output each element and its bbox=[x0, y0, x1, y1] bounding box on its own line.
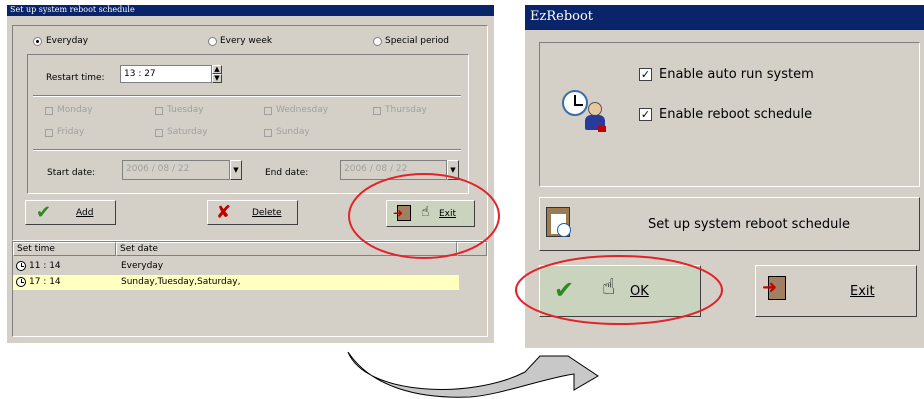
divider bbox=[33, 149, 461, 151]
restart-time-label: Restart time: bbox=[46, 73, 105, 83]
radio-special-period-label: Special period bbox=[385, 36, 449, 46]
radio-everyday[interactable] bbox=[33, 37, 42, 46]
start-date-dropdown[interactable]: ▼ bbox=[230, 160, 242, 180]
time-spin-down[interactable]: ▼ bbox=[212, 74, 222, 83]
column-header-set-time[interactable]: Set time bbox=[13, 242, 116, 256]
enable-reboot-schedule-label: Enable reboot schedule bbox=[659, 107, 813, 122]
add-button-label: Add bbox=[76, 208, 94, 218]
table-row[interactable]: 17 : 14 Sunday,Tuesday,Saturday, bbox=[13, 275, 459, 290]
ok-button-label: OK bbox=[630, 284, 649, 299]
divider bbox=[33, 95, 461, 97]
exit-button-label: Exit bbox=[439, 209, 457, 219]
checkbox-thursday[interactable] bbox=[373, 107, 381, 115]
schedule-window-title: Set up system reboot schedule bbox=[7, 5, 494, 16]
end-date-label: End date: bbox=[265, 168, 309, 178]
main-exit-button-label: Exit bbox=[850, 284, 875, 299]
wednesday-label: Wednesday bbox=[276, 105, 329, 115]
cross-icon: ✘ bbox=[216, 202, 232, 223]
radio-every-week-label: Every week bbox=[220, 36, 273, 46]
clipboard-clock-icon bbox=[546, 207, 571, 237]
clock-icon bbox=[16, 261, 26, 271]
radio-special-period[interactable] bbox=[373, 37, 382, 46]
saturday-label: Saturday bbox=[167, 127, 208, 137]
exit-arrow-icon: ➜ bbox=[762, 277, 778, 298]
radio-everyday-label: Everyday bbox=[46, 36, 89, 46]
start-date-label: Start date: bbox=[47, 168, 96, 178]
checkbox-enable-auto-run[interactable]: ✓ bbox=[639, 68, 652, 81]
checkbox-monday[interactable] bbox=[45, 107, 53, 115]
main-exit-button[interactable]: ➜ Exit bbox=[755, 265, 917, 317]
ezreboot-window: EzReboot ✓ Enable auto run system ✓ Enab… bbox=[525, 5, 924, 348]
table-row[interactable]: 11 : 14 Everyday bbox=[13, 259, 487, 274]
restart-time-input[interactable]: 13 : 27 bbox=[120, 65, 212, 83]
sunday-label: Sunday bbox=[276, 127, 310, 137]
clock-icon bbox=[16, 277, 26, 287]
row-time: 17 : 14 bbox=[29, 277, 61, 287]
enable-auto-run-label: Enable auto run system bbox=[659, 67, 814, 82]
curved-arrow-icon bbox=[347, 351, 599, 398]
hand-pointer-icon: ☝ bbox=[421, 204, 430, 220]
row-date: Sunday,Tuesday,Saturday, bbox=[121, 277, 241, 287]
end-date-dropdown[interactable]: ▼ bbox=[447, 160, 459, 180]
friday-label: Friday bbox=[57, 127, 85, 137]
setup-schedule-button-label: Set up system reboot schedule bbox=[648, 217, 850, 232]
exit-arrow-icon: ➜ bbox=[393, 206, 404, 220]
ok-button[interactable]: ✔ ☝ OK bbox=[539, 265, 701, 317]
delete-button[interactable]: ✘ Delete bbox=[207, 200, 298, 225]
end-date-input[interactable]: 2006 / 08 / 22 bbox=[340, 160, 447, 180]
checkbox-friday[interactable] bbox=[45, 129, 53, 137]
row-date: Everyday bbox=[121, 261, 164, 271]
schedule-window: Set up system reboot schedule Everyday E… bbox=[7, 5, 494, 343]
thursday-label: Thursday bbox=[385, 105, 427, 115]
setup-schedule-button[interactable]: Set up system reboot schedule bbox=[539, 197, 920, 251]
start-date-input[interactable]: 2006 / 08 / 22 bbox=[122, 160, 230, 180]
checkbox-saturday[interactable] bbox=[155, 129, 163, 137]
checkbox-enable-reboot-schedule[interactable]: ✓ bbox=[639, 108, 652, 121]
clock-user-icon bbox=[558, 90, 613, 135]
radio-every-week[interactable] bbox=[208, 37, 217, 46]
add-button[interactable]: ✔ Add bbox=[25, 200, 116, 225]
check-icon: ✔ bbox=[36, 202, 52, 223]
checkbox-tuesday[interactable] bbox=[155, 107, 163, 115]
time-spin-up[interactable]: ▲ bbox=[212, 65, 222, 74]
check-icon: ✔ bbox=[554, 276, 575, 304]
hand-pointer-icon: ☝ bbox=[602, 275, 616, 300]
tuesday-label: Tuesday bbox=[167, 105, 204, 115]
row-time: 11 : 14 bbox=[29, 261, 61, 271]
checkbox-wednesday[interactable] bbox=[264, 107, 272, 115]
monday-label: Monday bbox=[57, 105, 93, 115]
column-header-set-date[interactable]: Set date bbox=[116, 242, 457, 256]
exit-button[interactable]: ➜ ☝ Exit bbox=[386, 200, 475, 227]
ezreboot-window-title: EzReboot bbox=[525, 5, 924, 30]
column-header-filler bbox=[457, 242, 487, 256]
checkbox-sunday[interactable] bbox=[264, 129, 272, 137]
delete-button-label: Delete bbox=[252, 208, 282, 218]
